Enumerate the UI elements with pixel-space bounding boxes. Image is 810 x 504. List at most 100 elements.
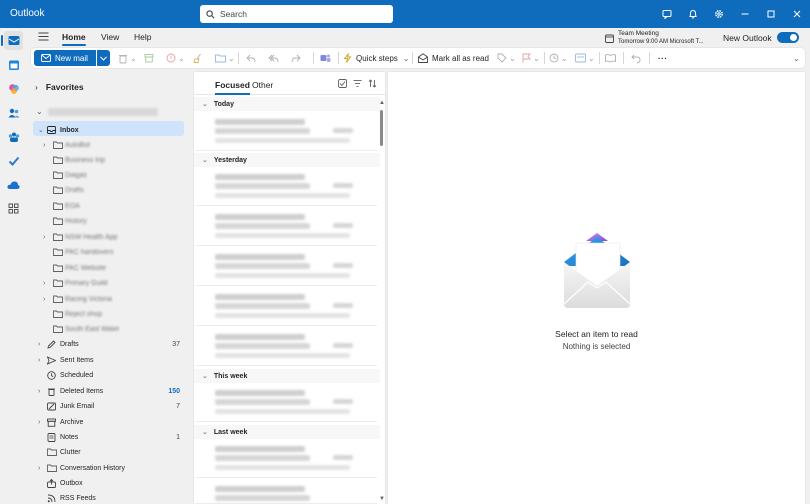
tag-icon[interactable]: ⌄ bbox=[497, 51, 516, 65]
tab-view[interactable]: View bbox=[101, 32, 119, 42]
folder-item-eoa[interactable]: EOA bbox=[31, 199, 184, 213]
gear-icon[interactable] bbox=[706, 0, 732, 28]
delete-icon[interactable]: ⌄ bbox=[118, 51, 137, 65]
reply-all-icon[interactable] bbox=[268, 51, 279, 65]
chevron-right-icon[interactable]: › bbox=[43, 280, 51, 287]
folder-item-archive[interactable]: › Archive bbox=[31, 415, 184, 429]
group-header[interactable]: ⌄ Yesterday bbox=[194, 153, 380, 167]
tab-home[interactable]: Home bbox=[62, 32, 86, 46]
message-item[interactable] bbox=[195, 288, 377, 326]
copilot-app-icon[interactable] bbox=[4, 79, 23, 98]
collapse-ribbon-icon[interactable]: ⌄ bbox=[793, 51, 800, 65]
teams-icon[interactable] bbox=[320, 51, 331, 65]
mark-all-read-button[interactable]: Mark all as read bbox=[418, 51, 489, 65]
folder-item-clutter[interactable]: Clutter bbox=[31, 445, 184, 459]
group-header[interactable]: ⌄ This week bbox=[194, 369, 380, 383]
group-header[interactable]: ⌄ Last week bbox=[194, 425, 380, 439]
mail-app-icon[interactable] bbox=[1, 31, 23, 50]
folder-item-primary-guild[interactable]: › Primary Guild bbox=[31, 276, 184, 290]
folder-item-drafts[interactable]: › Drafts 37 bbox=[31, 337, 184, 351]
forward-icon[interactable] bbox=[291, 51, 301, 65]
message-item[interactable] bbox=[195, 168, 377, 206]
immersive-reader-icon[interactable] bbox=[605, 51, 616, 65]
menu-icon[interactable] bbox=[38, 32, 49, 43]
chevron-right-icon[interactable]: › bbox=[43, 142, 51, 149]
favorites-header[interactable]: › Favorites bbox=[35, 82, 84, 92]
folder-item-drafts[interactable]: Drafts bbox=[31, 183, 184, 197]
folder-item-conversation-history[interactable]: › Conversation History bbox=[31, 461, 184, 475]
folder-item-diagas[interactable]: Diagas bbox=[31, 168, 184, 182]
message-item[interactable] bbox=[195, 384, 377, 422]
chevron-right-icon[interactable]: › bbox=[38, 419, 46, 426]
quick-steps-button[interactable]: Quick steps ⌄ bbox=[343, 51, 410, 65]
select-icon[interactable] bbox=[338, 79, 347, 90]
folder-item-history[interactable]: History bbox=[31, 214, 184, 228]
flag-icon[interactable]: ⌄ bbox=[522, 51, 540, 65]
search-box[interactable]: Search bbox=[200, 5, 393, 23]
move-to-icon[interactable]: ⌄ bbox=[215, 51, 235, 65]
folder-item-reject-shop[interactable]: Reject shop bbox=[31, 307, 184, 321]
chevron-down-icon[interactable]: ⌄ bbox=[38, 126, 46, 134]
reply-icon[interactable] bbox=[246, 51, 256, 65]
folder-item-business-trip[interactable]: Business trip bbox=[31, 153, 184, 167]
archive-icon[interactable] bbox=[144, 51, 154, 65]
folder-item-rss-feeds[interactable]: RSS Feeds bbox=[31, 491, 184, 504]
new-mail-button[interactable]: New mail bbox=[34, 50, 96, 66]
rules-icon[interactable]: ⌄ bbox=[575, 51, 595, 65]
message-item[interactable] bbox=[195, 248, 377, 286]
apps-icon[interactable] bbox=[4, 199, 23, 218]
bell-icon[interactable] bbox=[680, 0, 706, 28]
chevron-right-icon[interactable]: › bbox=[38, 357, 46, 364]
calendar-app-icon[interactable] bbox=[4, 55, 23, 74]
tab-other[interactable]: Other bbox=[252, 80, 273, 90]
people-app-icon[interactable] bbox=[4, 103, 23, 122]
chevron-right-icon[interactable]: › bbox=[38, 341, 46, 348]
group-header[interactable]: ⌄ Today bbox=[194, 97, 380, 111]
folder-item-pac-handovers[interactable]: PAC handovers bbox=[31, 245, 184, 259]
folder-item-sent-items[interactable]: › Sent Items bbox=[31, 353, 184, 367]
folder-item-notes[interactable]: Notes 1 bbox=[31, 430, 184, 444]
message-item[interactable] bbox=[195, 440, 377, 478]
todo-app-icon[interactable] bbox=[4, 151, 23, 170]
folder-item-racing-victoria[interactable]: › Racing Victoria bbox=[31, 292, 184, 306]
chevron-right-icon[interactable]: › bbox=[43, 234, 51, 241]
folder-item-autobot[interactable]: › AutoBot bbox=[31, 138, 184, 152]
tab-help[interactable]: Help bbox=[134, 32, 151, 42]
new-mail-dropdown[interactable] bbox=[97, 50, 110, 66]
upcoming-meeting[interactable]: Team Meeting Tomorrow 9:00 AM Microsoft … bbox=[605, 30, 704, 46]
tab-focused[interactable]: Focused bbox=[215, 80, 250, 95]
chevron-right-icon[interactable]: › bbox=[38, 465, 46, 472]
chevron-right-icon[interactable]: › bbox=[43, 296, 51, 303]
folder-item-junk-email[interactable]: Junk Email 7 bbox=[31, 399, 184, 413]
folder-item-nsw-health-app[interactable]: › NSW Health App bbox=[31, 230, 184, 244]
chevron-right-icon[interactable]: › bbox=[38, 388, 46, 395]
chevron-down-icon[interactable]: ⌄ bbox=[36, 107, 43, 116]
account-name[interactable] bbox=[48, 108, 158, 116]
onedrive-app-icon[interactable] bbox=[4, 175, 23, 194]
message-item[interactable] bbox=[195, 480, 377, 504]
folder-item-scheduled[interactable]: Scheduled bbox=[31, 368, 184, 382]
scroll-down-arrow[interactable]: ▼ bbox=[379, 496, 385, 502]
sweep-icon[interactable] bbox=[193, 51, 203, 65]
more-options-button[interactable]: ··· bbox=[658, 51, 668, 65]
groups-app-icon[interactable] bbox=[4, 127, 23, 146]
scrollbar-thumb[interactable] bbox=[380, 110, 383, 146]
report-icon[interactable]: ⌄ bbox=[166, 51, 185, 65]
minimize-icon[interactable] bbox=[732, 0, 758, 28]
new-outlook-toggle[interactable] bbox=[777, 32, 799, 43]
folder-item-outbox[interactable]: Outbox bbox=[31, 476, 184, 490]
folder-item-deleted-items[interactable]: › Deleted Items 150 bbox=[31, 384, 184, 398]
feedback-icon[interactable] bbox=[654, 0, 680, 28]
folder-item-inbox[interactable]: ⌄ Inbox bbox=[31, 123, 184, 137]
message-item[interactable] bbox=[195, 113, 377, 151]
maximize-icon[interactable] bbox=[758, 0, 784, 28]
undo-icon[interactable] bbox=[631, 51, 641, 65]
snooze-icon[interactable]: ⌄ bbox=[549, 51, 568, 65]
message-item[interactable] bbox=[195, 208, 377, 246]
search-input[interactable]: Search bbox=[220, 9, 247, 19]
folder-item-pac-website[interactable]: PAC Website bbox=[31, 261, 184, 275]
folder-item-south-east-water[interactable]: South East Water bbox=[31, 322, 184, 336]
message-item[interactable] bbox=[195, 328, 377, 366]
sort-icon[interactable] bbox=[368, 79, 377, 90]
filter-icon[interactable] bbox=[353, 79, 362, 90]
